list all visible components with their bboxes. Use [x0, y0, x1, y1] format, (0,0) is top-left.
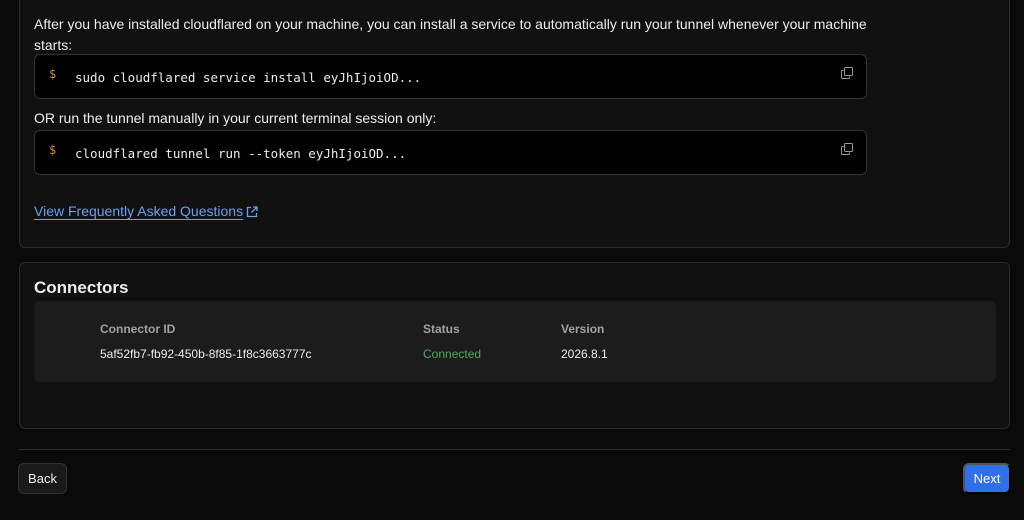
connectors-card: Connectors Connector ID Status Version 5… [19, 262, 1010, 429]
install-instructions: After you have installed cloudflared on … [34, 16, 867, 53]
connector-id: 5af52fb7-fb92-450b-8f85-1f8c3663777c [100, 347, 312, 361]
connectors-table: Connector ID Status Version 5af52fb7-fb9… [34, 301, 996, 382]
copy-icon[interactable] [841, 66, 853, 79]
service-install-codebox: $ sudo cloudflared service install eyJhI… [34, 54, 867, 99]
connectors-title: Connectors [34, 278, 129, 297]
column-header-status: Status [423, 322, 460, 336]
service-install-command[interactable]: sudo cloudflared service install eyJhIjo… [75, 70, 421, 85]
faq-link[interactable]: View Frequently Asked Questions [34, 203, 258, 219]
manual-run-command[interactable]: cloudflared tunnel run --token eyJhIjoiO… [75, 146, 406, 161]
footer-divider [19, 449, 1010, 450]
back-button[interactable]: Back [18, 463, 67, 494]
prompt-symbol: $ [49, 67, 57, 81]
column-header-version: Version [561, 322, 605, 336]
column-header-connector-id: Connector ID [100, 322, 176, 336]
status-badge: Connected [423, 347, 482, 361]
copy-icon[interactable] [841, 142, 853, 155]
manual-run-codebox: $ cloudflared tunnel run --token eyJhIjo… [34, 130, 867, 175]
faq-link-label[interactable]: View Frequently Asked Questions [34, 203, 243, 219]
manual-run-instructions: OR run the tunnel manually in your curre… [34, 110, 437, 126]
external-link-icon [246, 206, 258, 218]
prompt-symbol: $ [49, 143, 57, 157]
setup-card: After you have installed cloudflared on … [19, 0, 1010, 248]
connector-version: 2026.8.1 [561, 347, 608, 361]
next-button[interactable]: Next [963, 463, 1011, 494]
